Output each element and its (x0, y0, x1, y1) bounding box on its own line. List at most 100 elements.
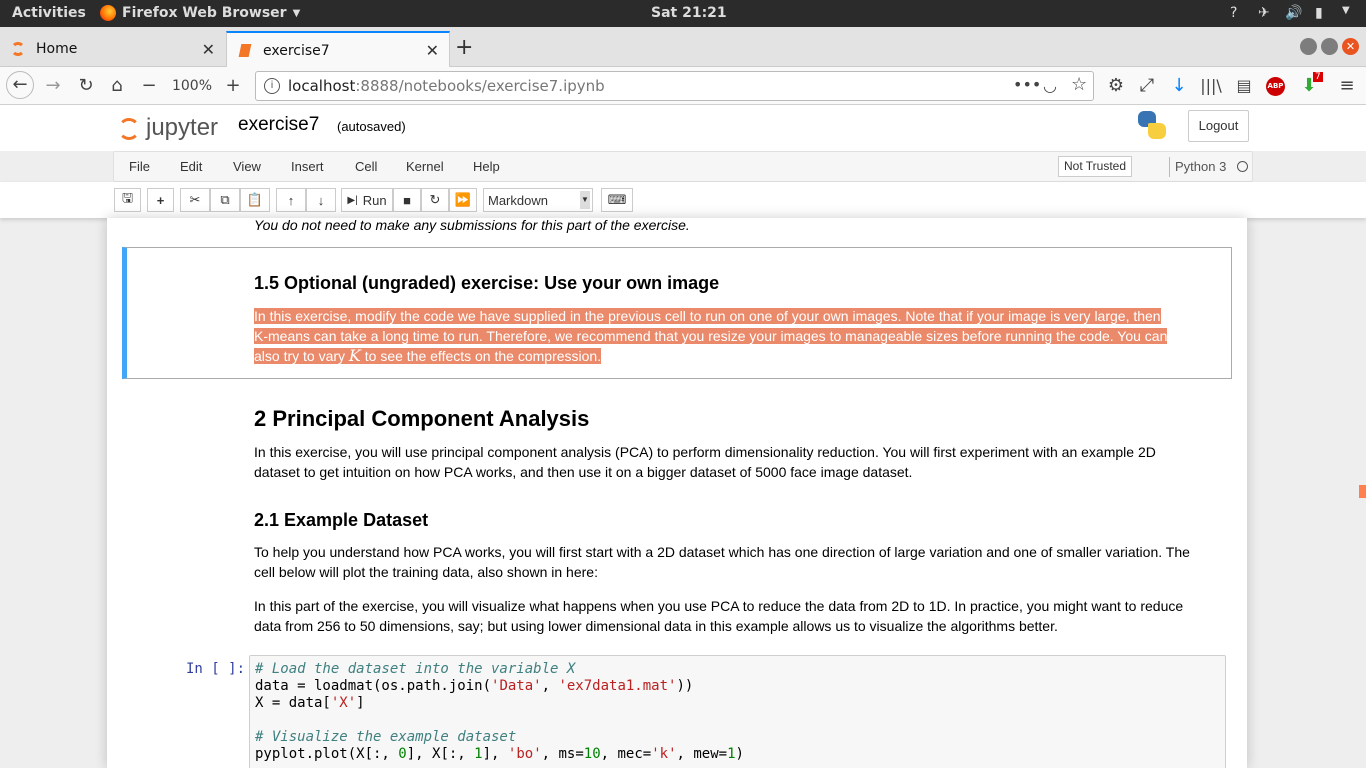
bookmark-star-icon[interactable]: ☆ (1071, 74, 1087, 95)
info-icon[interactable]: i (264, 78, 280, 94)
restart-icon[interactable]: ↻ (421, 188, 449, 212)
paragraph-line: In this exercise, you will use principal… (254, 444, 1156, 460)
menu-help[interactable]: Help (473, 159, 500, 174)
scroll-position-marker (1359, 485, 1366, 498)
minimize-window-icon[interactable] (1300, 38, 1317, 55)
math-k: K (348, 346, 361, 365)
paragraph-pca-intro: In this exercise, you will use principal… (254, 442, 1156, 482)
chevron-down-icon: ▼ (580, 191, 590, 209)
close-icon[interactable]: ✕ (426, 41, 439, 60)
page-actions-icon[interactable]: ••• (1013, 75, 1041, 94)
library-icon[interactable]: |||\ (1200, 75, 1222, 97)
kernel-name: Python 3 (1175, 159, 1227, 174)
volume-icon[interactable]: 🔊 (1285, 5, 1302, 21)
maximize-window-icon[interactable] (1321, 38, 1338, 55)
restart-run-all-icon[interactable]: ⏩ (449, 188, 477, 212)
sidebar-icon[interactable]: ▤ (1233, 75, 1255, 97)
url-bar[interactable]: i localhost:8888/notebooks/exercise7.ipy… (255, 71, 1094, 101)
jupyter-favicon-icon (10, 41, 26, 57)
app-name: Firefox Web Browser (122, 5, 287, 21)
insert-cell-icon[interactable]: + (147, 188, 174, 212)
url-host: localhost (288, 77, 356, 95)
zoom-level[interactable]: 100% (170, 75, 214, 97)
back-arrow-icon[interactable]: ← (6, 71, 34, 99)
home-icon[interactable]: ⌂ (106, 75, 128, 97)
menu-view[interactable]: View (233, 159, 261, 174)
section-heading-1-5: 1.5 Optional (ungraded) exercise: Use yo… (254, 273, 720, 293)
network-icon[interactable]: ? (1230, 5, 1237, 21)
save-icon[interactable]: 🖫 (114, 188, 141, 212)
extension-badge: 7 (1313, 72, 1323, 82)
firefox-icon (100, 5, 116, 21)
keyboard-icon[interactable]: ⌨ (601, 188, 633, 212)
hamburger-menu-icon[interactable]: ≡ (1336, 75, 1358, 97)
adblock-icon[interactable]: ABP (1266, 77, 1285, 96)
system-menu-icon[interactable]: ▼ (1342, 5, 1350, 16)
paragraph-line: dataset to get intuition on how PCA work… (254, 464, 913, 480)
airplane-icon[interactable]: ✈ (1258, 5, 1270, 21)
submission-note: You do not need to make any submissions … (254, 217, 690, 233)
notebook-title[interactable]: exercise7 (238, 114, 319, 136)
resize-icon[interactable]: ⤢ (1136, 75, 1158, 97)
tab-exercise7[interactable]: exercise7 ✕ (226, 31, 450, 68)
move-up-icon[interactable]: ↑ (276, 188, 306, 212)
battery-icon[interactable]: ▮ (1315, 5, 1323, 21)
forward-arrow-icon[interactable]: → (42, 75, 64, 97)
code-line: X = data['X'] (255, 695, 365, 711)
paragraph-line: K-means can take a long time to run. The… (254, 328, 1168, 344)
tab-home[interactable]: Home ✕ (0, 31, 225, 67)
trust-indicator[interactable]: Not Trusted (1058, 156, 1133, 177)
code-comment: # Load the dataset into the variable X (255, 661, 576, 677)
menu-kernel[interactable]: Kernel (406, 159, 444, 174)
jupyter-logo[interactable]: jupyter (118, 112, 223, 146)
zoom-in-icon[interactable]: + (222, 75, 244, 97)
cell-type-select[interactable]: Markdown ▼ (483, 188, 593, 212)
paragraph-line: To help you understand how PCA works, yo… (254, 544, 1190, 560)
jupyter-logo-icon (118, 118, 140, 140)
tab-label: exercise7 (263, 42, 330, 59)
menu-file[interactable]: File (129, 159, 150, 174)
download-icon[interactable]: ↓ (1168, 75, 1190, 97)
input-prompt: In [ ]: (186, 661, 246, 677)
section-heading-2: 2 Principal Component Analysis (254, 406, 590, 431)
paragraph-visualize: In this part of the exercise, you will v… (254, 596, 1183, 636)
menu-bar: File Edit View Insert Cell Kernel Help N… (113, 151, 1253, 182)
menu-insert[interactable]: Insert (291, 159, 324, 174)
paste-icon[interactable]: 📋 (240, 188, 270, 212)
new-tab-icon[interactable]: + (455, 35, 473, 60)
notebook-favicon-icon (237, 43, 253, 59)
close-window-icon[interactable]: ✕ (1342, 38, 1359, 55)
paragraph-line: In this part of the exercise, you will v… (254, 598, 1184, 614)
run-icon: ▶| (347, 194, 358, 206)
move-down-icon[interactable]: ↓ (306, 188, 336, 212)
paragraph-example-dataset: To help you understand how PCA works, yo… (254, 542, 1190, 582)
run-button[interactable]: ▶| Run (341, 188, 393, 212)
menu-cell[interactable]: Cell (355, 159, 377, 174)
run-label: Run (362, 192, 387, 208)
interrupt-icon[interactable]: ■ (393, 188, 421, 212)
navigation-toolbar: ← → ↻ ⌂ − 100% + i localhost:8888/notebo… (0, 67, 1366, 105)
selected-paragraph[interactable]: In this exercise, modify the code we hav… (254, 306, 1168, 366)
code-line: data = loadmat(os.path.join('Data', 'ex7… (255, 678, 694, 694)
paragraph-line: In this exercise, modify the code we hav… (254, 308, 1161, 324)
code-cell-editor[interactable]: # Load the dataset into the variable X d… (249, 655, 1226, 768)
activities-button[interactable]: Activities (12, 5, 86, 21)
gear-icon[interactable]: ⚙ (1105, 75, 1127, 97)
copy-icon[interactable]: ⧉ (210, 188, 240, 212)
close-icon[interactable]: ✕ (202, 40, 215, 59)
clock[interactable]: Sat 21:21 (651, 5, 727, 21)
jupyter-wordmark: jupyter (146, 114, 219, 141)
menu-edit[interactable]: Edit (180, 159, 202, 174)
paragraph-line: also try to vary (254, 348, 349, 364)
url-path: :8888/notebooks/exercise7.ipynb (355, 77, 605, 95)
pocket-icon[interactable]: ◡ (1043, 76, 1057, 95)
cut-icon[interactable]: ✂ (180, 188, 210, 212)
notebook-container: You do not need to make any submissions … (107, 217, 1247, 768)
section-heading-2-1: 2.1 Example Dataset (254, 510, 429, 530)
app-menu[interactable]: Firefox Web Browser ▼ (100, 5, 300, 21)
logout-button[interactable]: Logout (1188, 110, 1249, 142)
zoom-out-icon[interactable]: − (138, 75, 160, 97)
tab-label: Home (36, 41, 78, 57)
reload-icon[interactable]: ↻ (75, 75, 97, 97)
paragraph-line: data from 256 to 50 dimensions, say; but… (254, 618, 1058, 634)
